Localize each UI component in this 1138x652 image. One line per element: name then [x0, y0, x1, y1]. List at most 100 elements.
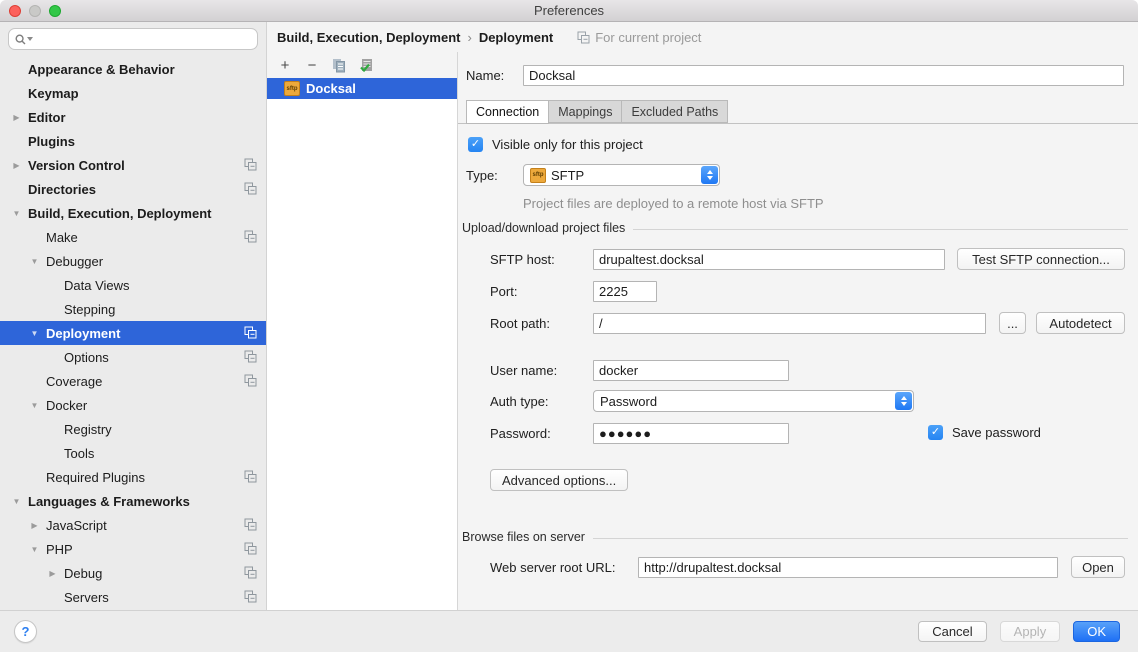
minimize-button[interactable]	[29, 5, 41, 17]
tree-down-arrow-icon[interactable]: ▼	[11, 497, 22, 506]
use-as-default-button[interactable]	[357, 56, 375, 74]
sidebar-item-required-plugins[interactable]: Required Plugins	[0, 465, 266, 489]
auth-type-select[interactable]: Password	[593, 390, 914, 412]
select-stepper-icon	[701, 166, 718, 184]
tab-connection[interactable]: Connection	[466, 100, 549, 124]
tree-right-arrow-icon[interactable]: ▶	[47, 569, 58, 578]
sidebar-item-build-execution-deployment[interactable]: ▼ Build, Execution, Deployment	[0, 201, 266, 225]
sidebar-item-coverage[interactable]: Coverage	[0, 369, 266, 393]
sidebar-item-debug[interactable]: ▶Debug	[0, 561, 266, 585]
help-button[interactable]: ?	[14, 620, 37, 643]
server-list-panel: + − sftp Docksal	[267, 52, 458, 610]
sidebar-item-php[interactable]: ▼PHP	[0, 537, 266, 561]
open-url-button[interactable]: Open	[1071, 556, 1125, 578]
sidebar-item-javascript[interactable]: ▶JavaScript	[0, 513, 266, 537]
shared-project-icon	[244, 590, 257, 603]
type-select[interactable]: sftp SFTP	[523, 164, 720, 186]
sidebar-item-data-views[interactable]: Data Views	[0, 273, 266, 297]
tree-right-arrow-icon[interactable]: ▶	[29, 521, 40, 530]
remove-server-button[interactable]: −	[303, 56, 321, 74]
auth-type-value: Password	[600, 394, 657, 409]
sidebar-item-keymap[interactable]: Keymap	[0, 81, 266, 105]
browse-section-title: Browse files on server	[462, 530, 585, 544]
name-input[interactable]	[523, 65, 1124, 86]
sidebar-item-languages-frameworks[interactable]: ▼Languages & Frameworks	[0, 489, 266, 513]
browse-root-path-button[interactable]: ...	[999, 312, 1026, 334]
window-title: Preferences	[0, 3, 1138, 18]
sidebar-item-label: Servers	[64, 590, 109, 605]
tree-down-arrow-icon[interactable]: ▼	[11, 209, 22, 218]
cancel-button[interactable]: Cancel	[918, 621, 986, 642]
sidebar-item-directories[interactable]: Directories	[0, 177, 266, 201]
copy-server-button[interactable]	[330, 56, 348, 74]
ok-button[interactable]: OK	[1073, 621, 1120, 642]
sidebar-item-label: Coverage	[46, 374, 102, 389]
section-divider-line	[593, 538, 1128, 539]
tree-right-arrow-icon[interactable]: ▶	[11, 161, 22, 170]
sidebar-item-deployment[interactable]: ▼ Deployment	[0, 321, 266, 345]
settings-search-field[interactable]	[8, 28, 258, 50]
zoom-button[interactable]	[49, 5, 61, 17]
search-options-caret-icon[interactable]	[27, 37, 33, 41]
sidebar-item-stepping[interactable]: Stepping	[0, 297, 266, 321]
tree-down-arrow-icon[interactable]: ▼	[29, 401, 40, 410]
user-name-input[interactable]	[593, 360, 789, 381]
sidebar-item-options[interactable]: Options	[0, 345, 266, 369]
shared-project-icon	[244, 470, 257, 483]
add-server-button[interactable]: +	[276, 56, 294, 74]
sidebar-item-make[interactable]: Make	[0, 225, 266, 249]
tab-excluded-paths[interactable]: Excluded Paths	[622, 100, 728, 123]
breadcrumb-current: Deployment	[479, 30, 553, 45]
shared-project-icon	[244, 518, 257, 531]
sidebar-item-label: Deployment	[46, 326, 120, 341]
port-input[interactable]	[593, 281, 657, 302]
tree-down-arrow-icon[interactable]: ▼	[29, 545, 40, 554]
sidebar-item-tools[interactable]: Tools	[0, 441, 266, 465]
server-item-label: Docksal	[306, 81, 356, 96]
sidebar-item-docker[interactable]: ▼Docker	[0, 393, 266, 417]
sidebar-item-label: Data Views	[64, 278, 130, 293]
tree-down-arrow-icon[interactable]: ▼	[29, 329, 40, 338]
root-path-input[interactable]	[593, 313, 986, 334]
sidebar-item-registry[interactable]: Registry	[0, 417, 266, 441]
autodetect-button[interactable]: Autodetect	[1036, 312, 1125, 334]
sidebar-item-label: Directories	[28, 182, 96, 197]
apply-button[interactable]: Apply	[1000, 621, 1061, 642]
sftp-host-input[interactable]	[593, 249, 945, 270]
sidebar-item-label: Stepping	[64, 302, 115, 317]
breadcrumb-separator: ›	[467, 30, 471, 45]
use-as-default-icon	[359, 58, 374, 73]
password-input[interactable]	[593, 423, 789, 444]
preferences-window: Preferences Appearance & BehaviorKeymap▶…	[0, 0, 1138, 652]
deployment-form: Name: Connection Mappings Excluded Paths…	[458, 52, 1138, 610]
type-label: Type:	[466, 165, 498, 186]
web-root-input[interactable]	[638, 557, 1058, 578]
sidebar-item-editor[interactable]: ▶Editor	[0, 105, 266, 129]
breadcrumb: Build, Execution, Deployment › Deploymen…	[267, 22, 1138, 52]
tree-down-arrow-icon[interactable]: ▼	[29, 257, 40, 266]
sidebar-item-version-control[interactable]: ▶ Version Control	[0, 153, 266, 177]
server-item-docksal[interactable]: sftp Docksal	[267, 78, 457, 99]
breadcrumb-parent[interactable]: Build, Execution, Deployment	[277, 30, 460, 45]
auth-type-label: Auth type:	[490, 391, 549, 412]
shared-project-icon	[244, 158, 257, 171]
sidebar-item-appearance-behavior[interactable]: Appearance & Behavior	[0, 57, 266, 81]
sidebar-item-label: Version Control	[28, 158, 125, 173]
select-stepper-icon	[895, 392, 912, 410]
search-input[interactable]	[36, 32, 251, 46]
sidebar-item-debugger[interactable]: ▼Debugger	[0, 249, 266, 273]
sftp-file-icon: sftp	[284, 81, 300, 96]
visible-only-checkbox[interactable]: ✓	[468, 137, 483, 152]
sidebar-item-plugins[interactable]: Plugins	[0, 129, 266, 153]
sidebar-item-label: Appearance & Behavior	[28, 62, 175, 77]
sidebar-item-label: Build, Execution, Deployment	[28, 206, 211, 221]
sidebar-item-label: Plugins	[28, 134, 75, 149]
sftp-host-label: SFTP host:	[490, 249, 555, 270]
sidebar-item-servers[interactable]: Servers	[0, 585, 266, 609]
close-button[interactable]	[9, 5, 21, 17]
test-sftp-connection-button[interactable]: Test SFTP connection...	[957, 248, 1125, 270]
tree-right-arrow-icon[interactable]: ▶	[11, 113, 22, 122]
save-password-checkbox[interactable]: ✓	[928, 425, 943, 440]
tab-mappings[interactable]: Mappings	[549, 100, 622, 123]
advanced-options-button[interactable]: Advanced options...	[490, 469, 628, 491]
